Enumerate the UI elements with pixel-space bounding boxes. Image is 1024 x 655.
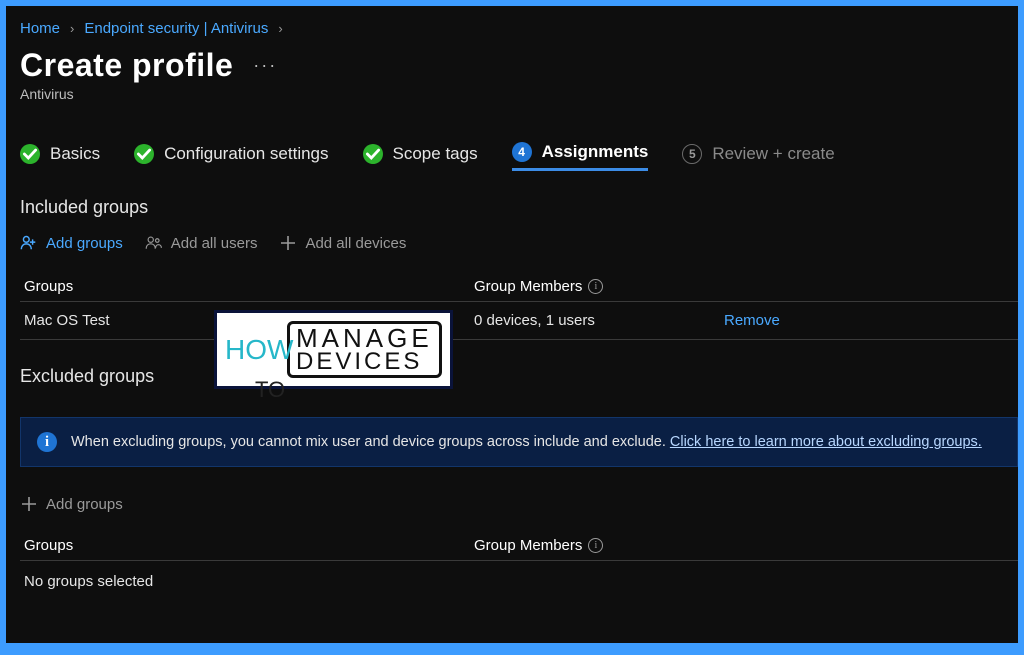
info-icon: i [37,432,57,452]
step-review-create[interactable]: 5 Review + create [682,144,834,170]
info-icon[interactable]: i [588,279,603,294]
column-members: Group Members i [474,278,724,295]
chevron-right-icon: › [70,21,74,36]
info-banner: i When excluding groups, you cannot mix … [20,417,1018,467]
step-label: Basics [50,144,100,164]
add-all-users-button[interactable]: Add all users [145,234,258,252]
breadcrumb-home[interactable]: Home [20,20,60,37]
breadcrumb: Home › Endpoint security | Antivirus › [20,20,1018,37]
table-row: Mac OS Test 0 devices, 1 users Remove [20,301,1018,340]
wizard-steps: Basics Configuration settings Scope tags… [20,142,1018,171]
page-subtitle: Antivirus [20,86,1018,102]
plus-icon [279,234,297,252]
included-table-header: Groups Group Members i [20,272,1018,301]
step-configuration[interactable]: Configuration settings [134,144,328,170]
no-groups-selected: No groups selected [20,565,1018,604]
more-actions-button[interactable]: ··· [253,55,277,76]
column-groups: Groups [24,537,474,554]
check-icon [134,144,154,164]
page-title: Create profile [20,47,233,84]
add-all-devices-button[interactable]: Add all devices [279,234,406,252]
step-basics[interactable]: Basics [20,144,100,170]
button-label: Add groups [46,496,123,513]
check-icon [20,144,40,164]
excluded-groups-heading: Excluded groups [20,366,1018,387]
info-text: When excluding groups, you cannot mix us… [71,434,666,450]
step-label: Review + create [712,144,834,164]
button-label: Add all devices [305,235,406,252]
group-members: 0 devices, 1 users [474,312,724,329]
button-label: Add all users [171,235,258,252]
people-icon [145,234,163,252]
excluded-table-header: Groups Group Members i [20,531,1018,560]
add-excluded-groups-button[interactable]: Add groups [20,495,123,513]
remove-group-link[interactable]: Remove [724,312,780,329]
plus-icon [20,495,38,513]
step-scope-tags[interactable]: Scope tags [363,144,478,170]
chevron-right-icon: › [278,21,282,36]
step-number-icon: 4 [512,142,532,162]
included-groups-heading: Included groups [20,197,1018,218]
step-label: Assignments [542,142,649,162]
watermark-logo: HOW TO MANAGE DEVICES [214,310,453,389]
column-groups: Groups [24,278,474,295]
add-groups-button[interactable]: Add groups [20,234,123,252]
step-assignments[interactable]: 4 Assignments [512,142,649,171]
step-label: Scope tags [393,144,478,164]
included-actions: Add groups Add all users Add all devices [20,234,1018,252]
excluded-actions: Add groups [20,495,1018,513]
learn-more-link[interactable]: Click here to learn more about excluding… [670,434,982,450]
person-add-icon [20,234,38,252]
breadcrumb-endpoint[interactable]: Endpoint security | Antivirus [84,20,268,37]
step-number-icon: 5 [682,144,702,164]
info-icon[interactable]: i [588,538,603,553]
button-label: Add groups [46,235,123,252]
check-icon [363,144,383,164]
step-label: Configuration settings [164,144,328,164]
column-members: Group Members i [474,537,724,554]
